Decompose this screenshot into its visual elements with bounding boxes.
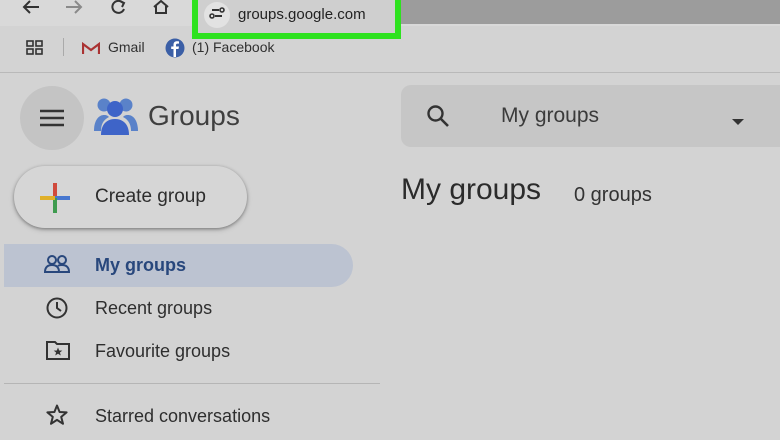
group-search-select[interactable]: My groups xyxy=(401,85,780,147)
facebook-icon xyxy=(165,38,185,63)
app-title: Groups xyxy=(148,100,240,131)
apps-grid-icon[interactable] xyxy=(26,40,44,61)
back-arrow-icon[interactable] xyxy=(22,0,44,20)
create-group-label: Create group xyxy=(95,186,206,207)
home-icon[interactable] xyxy=(152,0,174,20)
gmail-icon xyxy=(81,41,101,60)
sidebar-item-favourite-groups[interactable]: Favourite groups xyxy=(4,330,353,373)
forward-arrow-icon[interactable] xyxy=(65,0,87,20)
bookmark-label: (1) Facebook xyxy=(192,39,275,55)
sidebar-item-label: Recent groups xyxy=(95,298,213,318)
url-text: groups.google.com xyxy=(238,6,366,23)
caret-down-icon[interactable] xyxy=(732,113,744,131)
plus-icon xyxy=(38,181,72,220)
search-icon[interactable] xyxy=(426,104,450,133)
bookmarks-divider xyxy=(63,38,64,56)
hamburger-icon xyxy=(40,108,64,133)
search-scope-value: My groups xyxy=(501,104,600,127)
bookmark-label: Gmail xyxy=(108,39,145,55)
reload-icon[interactable] xyxy=(110,0,132,20)
star-icon xyxy=(46,404,68,431)
people-icon xyxy=(43,254,71,279)
clock-icon xyxy=(46,297,68,324)
sidebar-item-my-groups[interactable]: My groups xyxy=(4,244,353,287)
toolbar-area xyxy=(401,0,780,24)
sidebar-divider xyxy=(4,383,380,384)
sidebar-item-label: Starred conversations xyxy=(95,406,271,426)
site-info-icon[interactable] xyxy=(204,2,230,28)
sidebar-item-recent-groups[interactable]: Recent groups xyxy=(4,287,353,330)
chrome-divider xyxy=(0,72,780,73)
folder-star-icon xyxy=(46,340,70,365)
sidebar-item-label: Favourite groups xyxy=(95,341,231,361)
create-group-button[interactable]: Create group xyxy=(14,166,247,228)
address-bar[interactable]: groups.google.com xyxy=(198,0,395,33)
group-count: 0 groups xyxy=(574,184,652,206)
groups-logo-icon xyxy=(93,95,139,142)
page-title: My groups xyxy=(401,173,542,206)
main-menu-button[interactable] xyxy=(20,86,84,150)
sidebar-item-starred-conversations[interactable]: Starred conversations xyxy=(4,395,353,438)
sidebar-item-label: My groups xyxy=(95,255,187,275)
